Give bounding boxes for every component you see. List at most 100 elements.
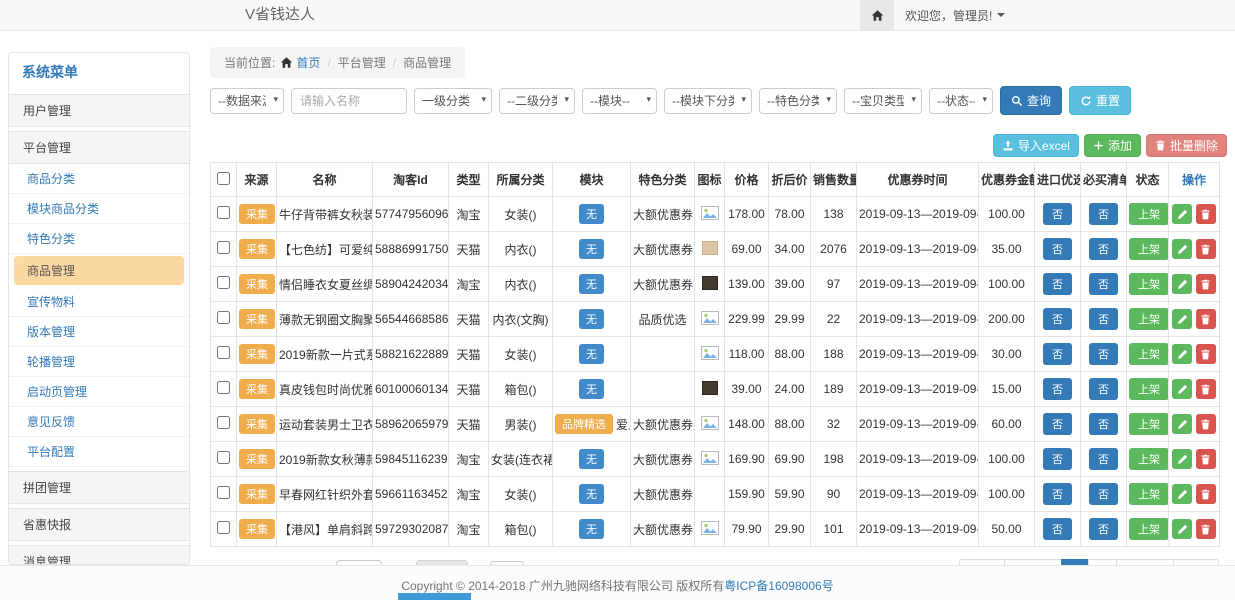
sidebar-item-9[interactable]: 启动页管理: [9, 377, 189, 407]
row-checkbox[interactable]: [217, 206, 230, 219]
import-optimal-toggle[interactable]: 否: [1043, 343, 1072, 365]
status-button[interactable]: 上架: [1129, 518, 1169, 540]
edit-button[interactable]: [1172, 204, 1192, 224]
sidebar-item-8[interactable]: 轮播管理: [9, 347, 189, 377]
status-button[interactable]: 上架: [1129, 483, 1169, 505]
sidebar-item-4[interactable]: 特色分类: [9, 224, 189, 254]
actions-cell: [1169, 512, 1220, 547]
row-checkbox[interactable]: [217, 416, 230, 429]
user-menu[interactable]: 欢迎您，管理员!: [905, 0, 1005, 30]
must-buy-toggle[interactable]: 否: [1089, 203, 1118, 225]
reset-button[interactable]: 重置: [1069, 86, 1131, 115]
status-button[interactable]: 上架: [1129, 308, 1169, 330]
must-buy-toggle[interactable]: 否: [1089, 448, 1118, 470]
import-optimal-toggle[interactable]: 否: [1043, 413, 1072, 435]
import-optimal-toggle[interactable]: 否: [1043, 238, 1072, 260]
delete-button[interactable]: [1196, 484, 1216, 504]
import-optimal-toggle[interactable]: 否: [1043, 518, 1072, 540]
icp-link[interactable]: 粤ICP备16098006号: [724, 579, 833, 593]
must-buy-toggle[interactable]: 否: [1089, 343, 1118, 365]
import-optimal-toggle[interactable]: 否: [1043, 203, 1072, 225]
batch-delete-button[interactable]: 批量删除: [1146, 134, 1227, 157]
filter-select-3[interactable]: --二级分类--: [499, 88, 575, 114]
row-checkbox[interactable]: [217, 486, 230, 499]
row-checkbox[interactable]: [217, 451, 230, 464]
filter-select-7[interactable]: --宝贝类型--: [844, 88, 922, 114]
sidebar-item-10[interactable]: 意见反馈: [9, 407, 189, 437]
sidebar-item-6[interactable]: 宣传物料: [9, 287, 189, 317]
must-buy-toggle[interactable]: 否: [1089, 273, 1118, 295]
source-badge: 采集: [239, 519, 275, 539]
import-excel-button[interactable]: 导入excel: [993, 134, 1079, 157]
delete-button[interactable]: [1196, 204, 1216, 224]
must-buy-toggle[interactable]: 否: [1089, 518, 1118, 540]
must-buy-toggle[interactable]: 否: [1089, 308, 1118, 330]
row-select-cell: [211, 442, 237, 477]
edit-button[interactable]: [1172, 344, 1192, 364]
sidebar-item-2[interactable]: 商品分类: [9, 164, 189, 194]
row-checkbox[interactable]: [217, 346, 230, 359]
delete-button[interactable]: [1196, 344, 1216, 364]
sidebar-item-14[interactable]: 消息管理: [9, 545, 189, 565]
status-button[interactable]: 上架: [1129, 203, 1169, 225]
status-button[interactable]: 上架: [1129, 273, 1169, 295]
edit-button[interactable]: [1172, 379, 1192, 399]
delete-button[interactable]: [1196, 449, 1216, 469]
sidebar-item-12[interactable]: 拼团管理: [9, 471, 189, 504]
edit-button[interactable]: [1172, 519, 1192, 539]
sidebar-item-7[interactable]: 版本管理: [9, 317, 189, 347]
sidebar-item-0[interactable]: 用户管理: [9, 94, 189, 127]
pencil-icon: [1177, 419, 1188, 430]
sidebar-item-5-active[interactable]: 商品管理: [14, 256, 184, 285]
must-buy-toggle[interactable]: 否: [1089, 378, 1118, 400]
sidebar-item-1[interactable]: 平台管理: [9, 131, 189, 164]
filter-select-0[interactable]: --数据来源--: [210, 88, 284, 114]
row-checkbox[interactable]: [217, 276, 230, 289]
import-optimal-toggle[interactable]: 否: [1043, 378, 1072, 400]
delete-button[interactable]: [1196, 519, 1216, 539]
delete-button[interactable]: [1196, 309, 1216, 329]
status-button[interactable]: 上架: [1129, 238, 1169, 260]
name-search-input[interactable]: [291, 88, 407, 114]
import-optimal-toggle[interactable]: 否: [1043, 483, 1072, 505]
delete-button[interactable]: [1196, 379, 1216, 399]
status-button[interactable]: 上架: [1129, 448, 1169, 470]
search-button[interactable]: 查询: [1000, 86, 1062, 115]
sidebar-item-3[interactable]: 模块商品分类: [9, 194, 189, 224]
caret-down-icon: [997, 11, 1005, 19]
delete-button[interactable]: [1196, 414, 1216, 434]
select-all-checkbox[interactable]: [217, 172, 230, 185]
import-optimal-toggle[interactable]: 否: [1043, 308, 1072, 330]
delete-button[interactable]: [1196, 239, 1216, 259]
filter-select-4[interactable]: --模块--: [582, 88, 657, 114]
filter-select-2[interactable]: 一级分类: [414, 88, 492, 114]
edit-button[interactable]: [1172, 309, 1192, 329]
status-button[interactable]: 上架: [1129, 413, 1169, 435]
sidebar-item-13[interactable]: 省惠快报: [9, 508, 189, 541]
sales-count-cell: 198: [811, 442, 857, 477]
edit-button[interactable]: [1172, 414, 1192, 434]
filter-select-5[interactable]: --模块下分类--: [664, 88, 752, 114]
row-checkbox[interactable]: [217, 311, 230, 324]
filter-select-8[interactable]: --状态--: [929, 88, 993, 114]
edit-button[interactable]: [1172, 484, 1192, 504]
row-checkbox[interactable]: [217, 521, 230, 534]
filter-select-6[interactable]: --特色分类--: [759, 88, 837, 114]
row-checkbox[interactable]: [217, 381, 230, 394]
add-button[interactable]: 添加: [1084, 134, 1141, 157]
must-buy-toggle[interactable]: 否: [1089, 483, 1118, 505]
sidebar-item-11[interactable]: 平台配置: [9, 437, 189, 467]
must-buy-toggle[interactable]: 否: [1089, 413, 1118, 435]
navbar-home-button[interactable]: [860, 0, 894, 30]
delete-button[interactable]: [1196, 274, 1216, 294]
import-optimal-toggle[interactable]: 否: [1043, 273, 1072, 295]
breadcrumb-home-link[interactable]: 首页: [280, 54, 320, 71]
edit-button[interactable]: [1172, 449, 1192, 469]
edit-button[interactable]: [1172, 239, 1192, 259]
row-checkbox[interactable]: [217, 241, 230, 254]
edit-button[interactable]: [1172, 274, 1192, 294]
status-button[interactable]: 上架: [1129, 343, 1169, 365]
status-button[interactable]: 上架: [1129, 378, 1169, 400]
import-optimal-toggle[interactable]: 否: [1043, 448, 1072, 470]
must-buy-toggle[interactable]: 否: [1089, 238, 1118, 260]
